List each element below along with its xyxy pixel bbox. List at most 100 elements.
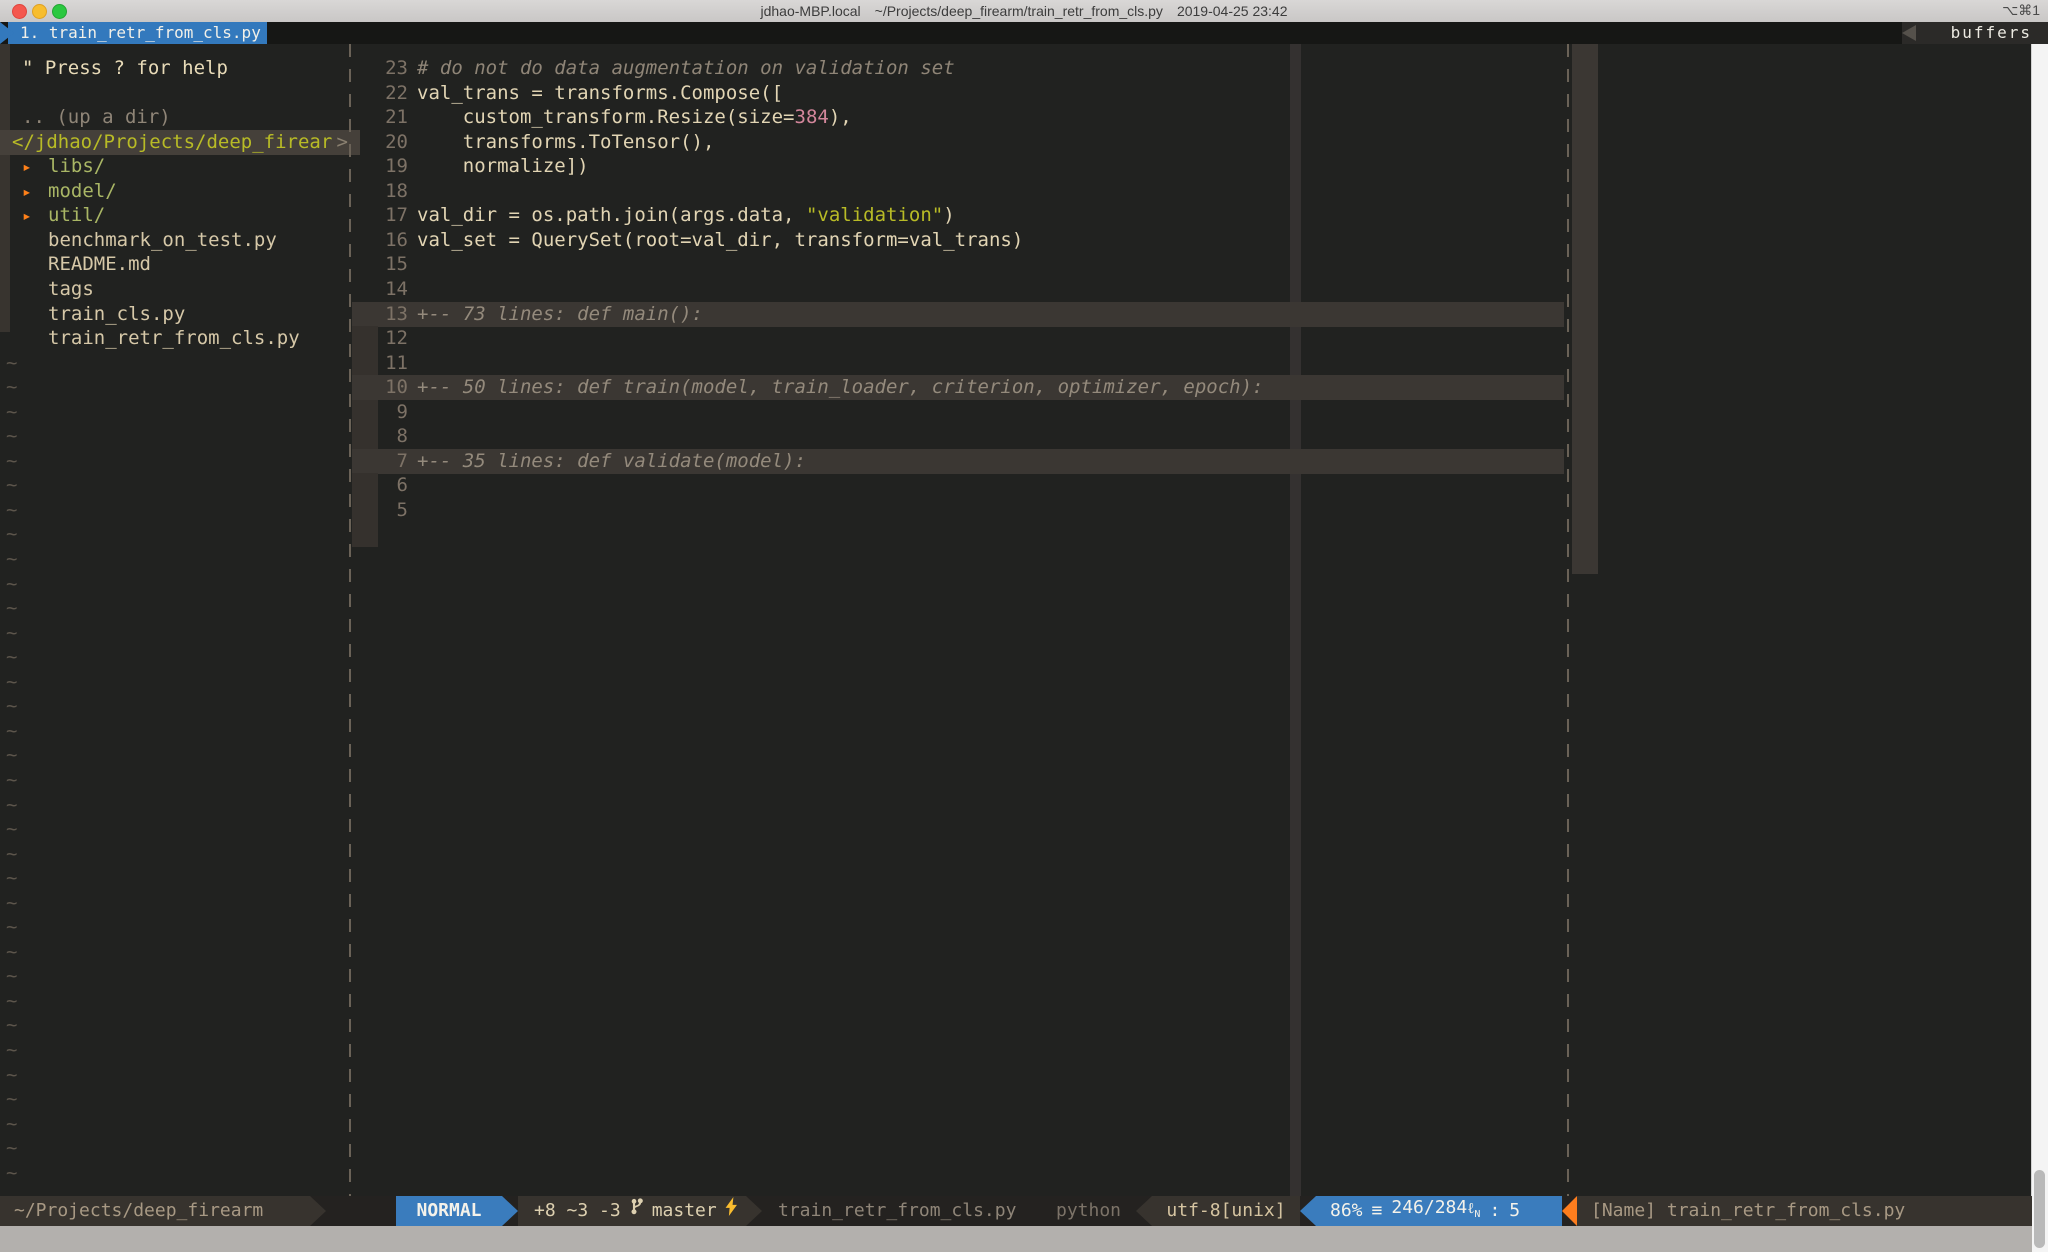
line-number: 18 [378,179,408,204]
plain-code: ), [829,106,852,128]
code-text: val_set = QuerySet(root=val_dir, transfo… [417,228,1023,253]
gutter: 12 [352,326,408,351]
plain-code: custom_transform.Resize(size= [417,106,795,128]
empty-line-tilde: ~ [0,719,354,744]
empty-line-tilde: ~ [0,1063,354,1088]
folder-collapsed-icon[interactable]: ▸ [22,203,32,228]
code-line[interactable]: 20 transforms.ToTensor(), [352,130,1564,155]
tagbar-foldcolumn [1572,44,1598,574]
gutter: 5 [352,498,408,523]
terminal-scrollbar[interactable] [2031,44,2048,1252]
nerdtree-dir-item[interactable]: ▸util/ [0,203,396,228]
code-line[interactable]: 16val_set = QuerySet(root=val_dir, trans… [352,228,1564,253]
statusline-git-segment: +8 ~3 -3 master [518,1196,746,1226]
code-line[interactable]: 18 [352,179,1564,204]
plain-code: val_trans = transforms.Compose([ [417,82,783,104]
nerdtree-help-item[interactable]: " Press ? for help [0,56,370,81]
code-fold-line[interactable]: 7+-- 35 lines: def validate(model): [352,449,1564,474]
editor-workspace: " Press ? for help .. (up a dir)</jdhao/P… [0,44,2048,1196]
gutter: 10 [352,375,408,400]
line-number: 12 [378,326,408,351]
number-literal: 384 [795,106,829,128]
code-fold-line[interactable]: 10+-- 50 lines: def train(model, train_l… [352,375,1564,400]
line-number: 8 [378,424,408,449]
nerdtree-root-item[interactable]: </jdhao/Projects/deep_firear> [0,130,360,155]
nerdtree-file-item[interactable]: README.md [0,252,396,277]
window-bottom-chrome [0,1226,2032,1252]
minimize-window-button[interactable] [32,4,47,19]
code-line[interactable]: 8 [352,424,1564,449]
code-line[interactable]: 17val_dir = os.path.join(args.data, "val… [352,203,1564,228]
git-hunks: +8 ~3 -3 [534,1196,621,1226]
nerdtree-file-item[interactable]: train_retr_from_cls.py [0,326,396,351]
empty-line-tilde: ~ [0,989,354,1014]
code-line[interactable]: 23# do not do data augmentation on valid… [352,56,1564,81]
empty-line-tilde: ~ [0,522,354,547]
code-line[interactable]: 15 [352,252,1564,277]
empty-line-tilde: ~ [0,743,354,768]
gutter: 20 [352,130,408,155]
line-number: 21 [378,105,408,130]
folder-collapsed-icon[interactable]: ▸ [22,179,32,204]
powerline-arrow-icon [746,1196,762,1226]
nerdtree-up-item[interactable]: .. (up a dir) [0,105,370,130]
nerdtree-file-item[interactable]: benchmark_on_test.py [0,228,396,253]
nerdtree-dir-item[interactable]: ▸model/ [0,179,396,204]
sign-column-cell [352,81,378,106]
git-branch-icon [629,1196,644,1226]
git-branch-name: master [652,1196,717,1226]
gutter: 6 [352,473,408,498]
macos-titlebar: jdhao-MBP.local ~/Projects/deep_firearm/… [0,0,2048,23]
line-number: 5 [378,498,408,523]
zoom-window-button[interactable] [52,4,67,19]
empty-line-tilde: ~ [0,842,354,867]
code-line[interactable]: 9 [352,400,1564,425]
line-number: 7 [378,449,408,474]
code-line[interactable]: 21 custom_transform.Resize(size=384), [352,105,1564,130]
scrollbar-thumb[interactable] [2034,1170,2045,1248]
code-line[interactable]: 19 normalize]) [352,154,1564,179]
gutter: 19 [352,154,408,179]
close-window-button[interactable] [12,4,27,19]
code-line[interactable]: 14 [352,277,1564,302]
statusline-mode: NORMAL [396,1196,502,1226]
empty-line-tilde: ~ [0,1161,354,1186]
window-separator-left[interactable] [349,44,351,1196]
empty-line-tilde: ~ [0,940,354,965]
buffers-label: buffers [1951,22,2032,44]
code-line[interactable] [352,522,1564,547]
statusline-encoding: utf-8[unix] [1152,1196,1300,1226]
folder-collapsed-icon[interactable]: ▸ [22,154,32,179]
nerdtree-dir-item[interactable]: ▸libs/ [0,154,396,179]
code-line[interactable]: 12 [352,326,1564,351]
empty-line-tilde: ~ [0,547,354,572]
code-line[interactable]: 22val_trans = transforms.Compose([ [352,81,1564,106]
line-number: 15 [378,252,408,277]
plain-code: val_set = QuerySet(root=val_dir, transfo… [417,229,1023,251]
sign-column-cell [352,203,378,228]
code-line[interactable]: 6 [352,473,1564,498]
tab-train-retr-from-cls[interactable]: 1. train_retr_from_cls.py [8,22,267,44]
empty-line-tilde: ~ [0,645,354,670]
powerline-warning-arrow-icon [1562,1196,1577,1226]
code-line[interactable]: 11 [352,351,1564,376]
code-text: transforms.ToTensor(), [417,130,714,155]
window-title-host: jdhao-MBP.local [761,3,861,19]
vim-tabline: 1. train_retr_from_cls.py buffers [0,22,2048,44]
code-fold-line[interactable]: 13+-- 73 lines: def main(): [352,302,1564,327]
nerdtree-file-item[interactable]: tags [0,277,396,302]
code-window[interactable]: 23# do not do data augmentation on valid… [352,44,1564,1196]
code-line[interactable]: 5 [352,498,1564,523]
gutter: 13 [352,302,408,327]
gutter: 11 [352,351,408,376]
powerline-arrow-icon [502,1196,518,1226]
buffers-wedge-icon [1902,25,1916,41]
plain-code: normalize]) [417,155,589,177]
code-text: normalize]) [417,154,589,179]
plain-code: transforms.ToTensor(), [417,131,714,153]
sign-column-cell [352,252,378,277]
nerdtree-file-item[interactable]: train_cls.py [0,302,396,327]
empty-line-tilde: ~ [0,1013,354,1038]
gutter: 21 [352,105,408,130]
window-separator-right[interactable] [1567,44,1569,1196]
